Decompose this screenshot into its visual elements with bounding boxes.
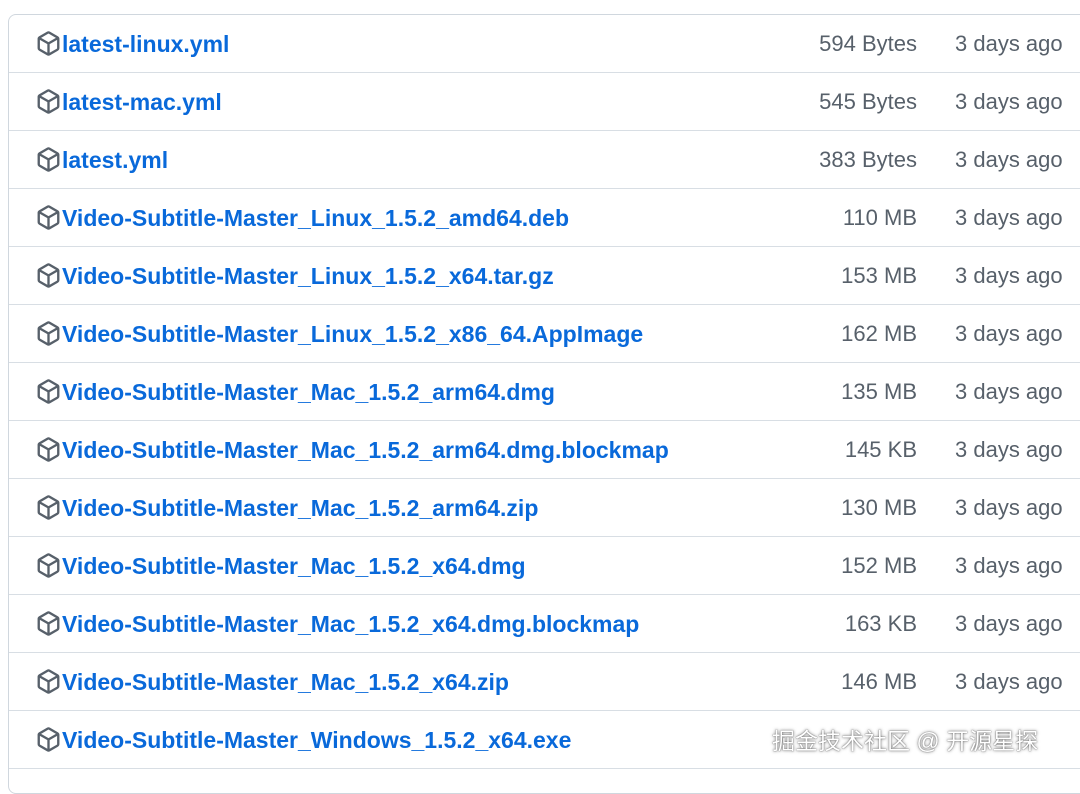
asset-size: 110 MB [842,205,917,230]
watermark: 掘金技术社区 @ 开源星探 [772,728,1039,754]
asset-row: latest.yml 383 Bytes 3 days ago [9,131,1080,189]
asset-row: Video-Subtitle-Master_Linux_1.5.2_x64.ta… [9,247,1080,305]
asset-row: Video-Subtitle-Master_Mac_1.5.2_arm64.zi… [9,479,1080,537]
package-icon [36,611,61,636]
asset-link[interactable]: Video-Subtitle-Master_Mac_1.5.2_arm64.zi… [62,479,538,537]
asset-link[interactable]: Video-Subtitle-Master_Windows_1.5.2_x64.… [62,711,571,769]
asset-row: Video-Subtitle-Master_Mac_1.5.2_arm64.dm… [9,363,1080,421]
asset-date: 3 days ago [955,669,1063,694]
package-icon [36,379,61,404]
package-icon [36,205,61,230]
asset-row: Video-Subtitle-Master_Mac_1.5.2_x64.dmg … [9,537,1080,595]
asset-size: 383 Bytes [819,147,917,172]
asset-size: 145 KB [844,437,917,462]
asset-date: 3 days ago [955,321,1063,346]
asset-link[interactable]: latest.yml [62,131,168,189]
asset-link[interactable]: latest-mac.yml [62,73,222,131]
asset-link[interactable]: Video-Subtitle-Master_Mac_1.5.2_x64.dmg.… [62,595,639,653]
asset-link[interactable]: Video-Subtitle-Master_Linux_1.5.2_x64.ta… [62,247,554,305]
asset-date: 3 days ago [955,553,1063,578]
package-icon [36,147,61,172]
asset-row: Video-Subtitle-Master_Mac_1.5.2_x64.dmg.… [9,595,1080,653]
asset-size: 545 Bytes [819,89,917,114]
asset-link[interactable]: latest-linux.yml [62,15,229,73]
asset-row: Video-Subtitle-Master_Linux_1.5.2_x86_64… [9,305,1080,363]
asset-size: 594 Bytes [819,31,917,56]
asset-link[interactable]: Video-Subtitle-Master_Mac_1.5.2_x64.dmg [62,537,526,595]
asset-date: 3 days ago [955,437,1063,462]
asset-date: 3 days ago [955,89,1063,114]
asset-link[interactable]: Video-Subtitle-Master_Mac_1.5.2_arm64.dm… [62,421,669,479]
asset-date: 3 days ago [955,263,1063,288]
asset-size: 130 MB [841,495,917,520]
asset-size: 162 MB [841,321,917,346]
asset-size: 153 MB [841,263,917,288]
asset-link[interactable]: Video-Subtitle-Master_Mac_1.5.2_arm64.dm… [62,363,555,421]
release-assets-list: latest-linux.yml 594 Bytes 3 days ago la… [8,14,1080,794]
asset-size: 146 MB [841,669,917,694]
asset-size: 135 MB [841,379,917,404]
asset-row: Video-Subtitle-Master_Mac_1.5.2_x64.zip … [9,653,1080,711]
asset-date: 3 days ago [955,611,1063,636]
package-icon [36,553,61,578]
package-icon [36,321,61,346]
asset-date: 3 days ago [955,31,1063,56]
package-icon [36,437,61,462]
asset-link[interactable]: Video-Subtitle-Master_Mac_1.5.2_x64.zip [62,653,509,711]
asset-size: 163 KB [844,611,917,636]
asset-date: 3 days ago [955,379,1063,404]
asset-link[interactable]: Video-Subtitle-Master_Linux_1.5.2_x86_64… [62,305,643,363]
asset-row: Video-Subtitle-Master_Linux_1.5.2_amd64.… [9,189,1080,247]
package-icon [36,89,61,114]
package-icon [36,669,61,694]
asset-row: Video-Subtitle-Master_Mac_1.5.2_arm64.dm… [9,421,1080,479]
asset-link[interactable]: Video-Subtitle-Master_Linux_1.5.2_amd64.… [62,189,569,247]
asset-date: 3 days ago [955,205,1063,230]
asset-date: 3 days ago [955,495,1063,520]
package-icon [36,495,61,520]
asset-row: latest-linux.yml 594 Bytes 3 days ago [9,15,1080,73]
package-icon [36,727,61,752]
asset-date: 3 days ago [955,147,1063,172]
package-icon [36,263,61,288]
asset-size: 152 MB [841,553,917,578]
asset-row: latest-mac.yml 545 Bytes 3 days ago [9,73,1080,131]
package-icon [36,31,61,56]
